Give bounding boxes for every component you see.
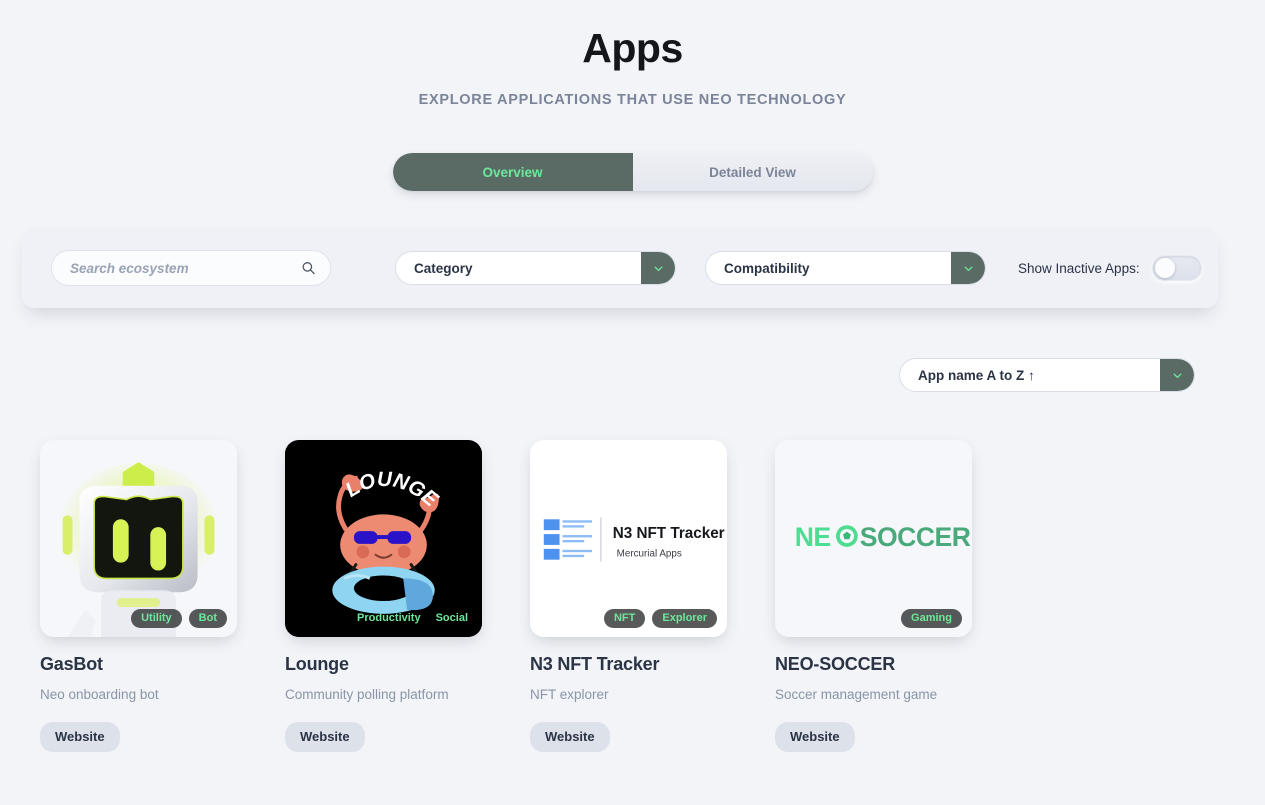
svg-text:SOCCER: SOCCER (860, 521, 971, 551)
app-tag: Gaming (901, 609, 962, 628)
svg-text:NE: NE (795, 521, 831, 551)
compatibility-select[interactable]: Compatibility (705, 251, 986, 285)
page-title: Apps (582, 25, 683, 71)
neo-soccer-logo: NE SOCCER (775, 440, 972, 637)
app-tags: Gaming (775, 609, 972, 628)
app-description: Soccer management game (775, 687, 938, 702)
lounge-crab-logo: LOUNGE (285, 440, 482, 637)
compatibility-chevron-button[interactable] (951, 252, 985, 284)
chevron-down-icon (654, 266, 662, 271)
category-chevron-button[interactable] (641, 252, 675, 284)
app-tag: Social (435, 612, 468, 624)
chevron-down-icon (964, 266, 972, 271)
tab-overview-label: Overview (482, 164, 543, 180)
gasbot-robot-logo (40, 440, 237, 637)
app-name: GasBot (40, 654, 103, 674)
search-box[interactable] (51, 250, 331, 286)
n3-nft-tracker-logo: N3 NFT Tracker Mercurial Apps (530, 440, 727, 637)
page-header: Apps EXPLORE APPLICATIONS THAT USE NEO T… (0, 0, 1265, 108)
compatibility-select-label: Compatibility (724, 260, 810, 276)
view-tabs: Overview Detailed View (392, 153, 873, 192)
svg-text:N3 NFT Tracker: N3 NFT Tracker (613, 525, 725, 542)
app-tag: Bot (188, 609, 227, 628)
show-inactive-apps-label: Show Inactive Apps: (1018, 260, 1140, 276)
sort-row: App name A to Z ↑ (899, 358, 1195, 392)
app-tags: Utility Bot (40, 609, 237, 628)
sort-chevron-button[interactable] (1160, 359, 1194, 391)
app-card-lounge[interactable]: LOUNGE Productivity Social Lounge Commun… (285, 440, 482, 753)
app-description: NFT explorer (530, 687, 609, 702)
website-button[interactable]: Website (530, 722, 610, 753)
view-tabs-container: Overview Detailed View (0, 153, 1265, 192)
app-name: Lounge (285, 654, 349, 674)
app-tag: Utility (131, 609, 182, 628)
sort-select-label: App name A to Z ↑ (918, 367, 1035, 383)
show-inactive-apps-toggle[interactable] (1151, 255, 1202, 281)
app-tag: NFT (603, 609, 646, 628)
toggle-knob (1154, 258, 1175, 278)
sort-select[interactable]: App name A to Z ↑ (899, 358, 1195, 392)
tab-overview[interactable]: Overview (392, 153, 633, 192)
app-description: Community polling platform (285, 687, 449, 702)
app-card-gasbot[interactable]: Utility Bot GasBot Neo onboarding bot We… (40, 440, 237, 753)
website-button[interactable]: Website (40, 722, 120, 753)
app-tag: Explorer (652, 609, 717, 628)
svg-text:Mercurial Apps: Mercurial Apps (617, 548, 682, 559)
app-logo-tile[interactable]: N3 NFT Tracker Mercurial Apps NFT Explor… (530, 440, 727, 637)
app-card-neo-soccer[interactable]: NE SOCCER Gaming NEO-SOCCER Soccer manag… (775, 440, 972, 753)
page-subtitle: EXPLORE APPLICATIONS THAT USE NEO TECHNO… (418, 92, 847, 109)
tab-detailed-view-label: Detailed View (709, 164, 796, 180)
app-card-n3-nft-tracker[interactable]: N3 NFT Tracker Mercurial Apps NFT Explor… (530, 440, 727, 753)
chevron-down-icon (1173, 373, 1181, 378)
apps-grid: Utility Bot GasBot Neo onboarding bot We… (40, 440, 1225, 753)
tab-detailed-view[interactable]: Detailed View (633, 153, 873, 191)
website-button[interactable]: Website (775, 722, 855, 753)
app-logo-tile[interactable]: NE SOCCER Gaming (775, 440, 972, 637)
app-description: Neo onboarding bot (40, 687, 159, 702)
app-tags: Productivity Social (285, 609, 482, 628)
app-logo-tile[interactable]: LOUNGE Productivity Social (285, 440, 482, 637)
app-name: N3 NFT Tracker (530, 654, 660, 674)
filter-panel: Category Compatibility Show Inactive App… (22, 228, 1218, 308)
app-tags: NFT Explorer (530, 609, 727, 628)
category-select[interactable]: Category (395, 251, 676, 285)
app-tag: Productivity (357, 612, 421, 624)
category-select-label: Category (414, 260, 473, 276)
app-name: NEO-SOCCER (775, 654, 896, 674)
show-inactive-apps-group: Show Inactive Apps: (1018, 255, 1202, 281)
website-button[interactable]: Website (285, 722, 365, 753)
search-icon[interactable] (301, 261, 316, 276)
search-input[interactable] (70, 260, 292, 276)
app-logo-tile[interactable]: Utility Bot (40, 440, 237, 637)
